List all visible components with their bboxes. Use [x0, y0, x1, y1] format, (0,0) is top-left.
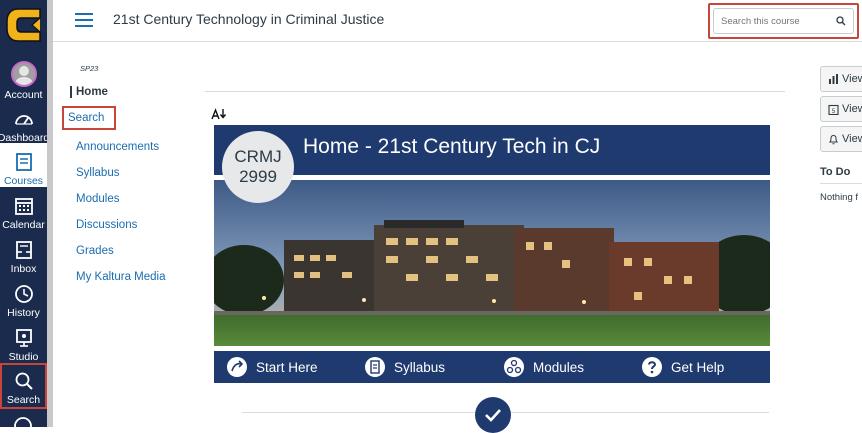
- banner-title: Home - 21st Century Tech in CJ: [303, 135, 601, 158]
- course-search-input[interactable]: [721, 15, 831, 27]
- view-button-label: View: [842, 103, 862, 115]
- account-avatar: [10, 61, 37, 87]
- course-nav-kaltura[interactable]: My Kaltura Media: [76, 271, 165, 283]
- courses-icon: [15, 153, 32, 171]
- course-nav-syllabus[interactable]: Syllabus: [76, 167, 119, 179]
- course-code-badge: CRMJ 2999: [222, 131, 294, 203]
- global-nav: Account Dashboard Courses Calendar Inbox…: [0, 0, 49, 433]
- inbox-icon: [15, 241, 32, 259]
- view-button-label: View: [842, 133, 862, 145]
- course-nav-modules[interactable]: Modules: [76, 193, 119, 205]
- global-nav-label: Calendar: [2, 219, 45, 231]
- modules-button[interactable]: Modules: [503, 351, 584, 383]
- syllabus-icon: [365, 357, 385, 377]
- dashboard-icon: [14, 115, 33, 125]
- institution-logo[interactable]: [4, 5, 43, 45]
- calendar-icon: [14, 198, 33, 215]
- global-nav-label: Studio: [8, 351, 39, 363]
- global-nav-courses[interactable]: Courses: [0, 143, 47, 187]
- bar-chart-icon: [829, 74, 838, 84]
- course-nav-grades[interactable]: Grades: [76, 245, 114, 257]
- view-calendar-button[interactable]: 5 View: [820, 96, 862, 122]
- course-quick-nav: Start Here Syllabus Modules Get Help: [214, 351, 770, 383]
- course-banner: Home - 21st Century Tech in CJ: [214, 125, 770, 175]
- todo-divider: [820, 183, 862, 184]
- course-search-box[interactable]: [713, 8, 854, 34]
- global-nav-calendar[interactable]: Calendar: [0, 187, 47, 231]
- course-nav-discussions[interactable]: Discussions: [76, 219, 137, 231]
- syllabus-label: Syllabus: [394, 359, 446, 375]
- calendar-small-icon: 5: [828, 104, 839, 115]
- content-divider: [205, 91, 785, 92]
- view-notifications-button[interactable]: View: [820, 126, 862, 152]
- more-nav-icon[interactable]: [12, 414, 34, 433]
- get-help-button[interactable]: Get Help: [641, 351, 724, 383]
- bell-icon: [828, 134, 839, 144]
- course-search-highlight: [708, 3, 859, 39]
- view-button-label: View: [842, 73, 862, 85]
- global-nav-account[interactable]: Account: [0, 57, 47, 101]
- check-icon: [475, 397, 511, 433]
- studio-icon: [15, 329, 32, 347]
- start-here-icon: [227, 357, 247, 377]
- course-nav-home[interactable]: Home: [70, 86, 108, 98]
- global-nav-dashboard[interactable]: Dashboard: [0, 100, 49, 144]
- help-icon: [642, 357, 662, 377]
- course-menu-toggle[interactable]: [75, 13, 93, 27]
- global-nav-inbox[interactable]: Inbox: [0, 231, 47, 275]
- course-code-line2: 2999: [239, 167, 277, 186]
- search-icon[interactable]: [836, 16, 846, 26]
- todo-heading: To Do: [820, 166, 851, 178]
- global-nav-label: Inbox: [10, 263, 37, 275]
- global-nav-label: Courses: [3, 175, 44, 187]
- global-nav-label: Search: [6, 394, 41, 406]
- term-label: SP23: [80, 64, 99, 73]
- get-help-label: Get Help: [671, 359, 725, 375]
- modules-icon: [504, 357, 524, 377]
- start-here-label: Start Here: [256, 359, 318, 375]
- global-nav-search[interactable]: Search: [0, 363, 47, 409]
- start-here-button[interactable]: Start Here: [226, 351, 318, 383]
- global-nav-history[interactable]: History: [0, 275, 47, 319]
- course-title[interactable]: 21st Century Technology in Criminal Just…: [113, 11, 384, 27]
- immersive-reader-icon[interactable]: [211, 108, 227, 120]
- search-icon: [15, 372, 33, 390]
- course-nav-search[interactable]: Search: [62, 106, 117, 130]
- course-header: 21st Century Technology in Criminal Just…: [53, 0, 862, 42]
- campus-photo: [214, 180, 770, 346]
- history-icon: [14, 285, 33, 303]
- syllabus-button[interactable]: Syllabus: [364, 351, 445, 383]
- course-nav-announcements[interactable]: Announcements: [76, 141, 159, 153]
- course-code-line1: CRMJ: [234, 147, 282, 166]
- view-course-stream-button[interactable]: View: [820, 66, 862, 92]
- global-nav-label: History: [7, 307, 40, 319]
- todo-empty-text: Nothing f: [820, 192, 859, 203]
- modules-label: Modules: [533, 359, 585, 375]
- nav-divider: [47, 0, 53, 427]
- global-nav-studio[interactable]: Studio: [0, 319, 47, 363]
